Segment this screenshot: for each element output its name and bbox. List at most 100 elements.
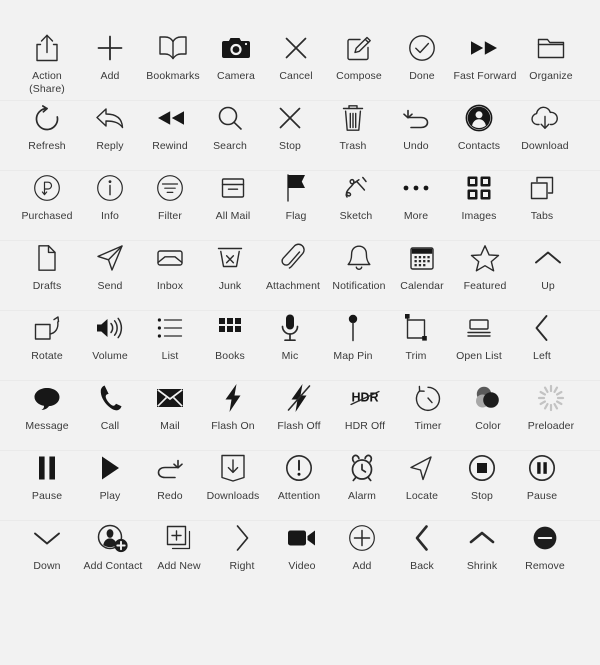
icon-cell-refresh[interactable]: Refresh	[14, 101, 80, 152]
icon-cell-contacts[interactable]: Contacts	[446, 101, 512, 152]
icon-cell-rotate[interactable]: Rotate	[14, 311, 80, 362]
speaker-waves-icon	[93, 311, 127, 345]
icon-cell-right[interactable]: Right	[212, 521, 272, 572]
icon-cell-cancel[interactable]: Cancel	[266, 31, 326, 82]
icon-cell-mail[interactable]: Mail	[140, 381, 200, 432]
icon-cell-junk[interactable]: Junk	[200, 241, 260, 292]
icon-cell-more[interactable]: More	[386, 171, 446, 222]
icon-cell-flash-on[interactable]: Flash On	[200, 381, 266, 432]
icon-label: Locate	[405, 490, 439, 502]
triangle-right-icon	[93, 451, 127, 485]
icon-cell-video[interactable]: Video	[272, 521, 332, 572]
icon-cell-all-mail[interactable]: All Mail	[200, 171, 266, 222]
icon-cell-calendar[interactable]: Calendar	[392, 241, 452, 292]
icon-cell-back[interactable]: Back	[392, 521, 452, 572]
icon-label: Preloader	[527, 420, 575, 432]
icon-cell-map-pin[interactable]: Map Pin	[320, 311, 386, 362]
icon-cell-list[interactable]: List	[140, 311, 200, 362]
icon-label: Pause	[526, 490, 558, 502]
trash-can-icon	[336, 101, 370, 135]
icon-cell-send[interactable]: Send	[80, 241, 140, 292]
icon-cell-done[interactable]: Done	[392, 31, 452, 82]
icon-cell-play[interactable]: Play	[80, 451, 140, 502]
icon-cell-compose[interactable]: Compose	[326, 31, 392, 82]
paperclip-icon	[276, 241, 310, 275]
icon-cell-pause-circle[interactable]: Pause	[512, 451, 572, 502]
icon-cell-featured[interactable]: Featured	[452, 241, 518, 292]
chevron-up-icon	[531, 241, 565, 275]
icon-cell-search[interactable]: Search	[200, 101, 260, 152]
icon-cell-message[interactable]: Message	[14, 381, 80, 432]
icon-cell-add-circle[interactable]: Add	[332, 521, 392, 572]
person-circle-filled-icon	[462, 101, 496, 135]
icon-cell-inbox[interactable]: Inbox	[140, 241, 200, 292]
icon-cell-drafts[interactable]: Drafts	[14, 241, 80, 292]
icon-label: Add New	[157, 560, 201, 572]
icon-cell-notification[interactable]: Notification	[326, 241, 392, 292]
icon-cell-sketch[interactable]: Sketch	[326, 171, 386, 222]
icon-cell-add-new[interactable]: Add New	[146, 521, 212, 572]
inbox-tray-icon	[153, 241, 187, 275]
icon-cell-preloader[interactable]: Preloader	[518, 381, 584, 432]
icon-cell-call[interactable]: Call	[80, 381, 140, 432]
icon-cell-add[interactable]: Add	[80, 31, 140, 82]
icon-cell-pause[interactable]: Pause	[14, 451, 80, 502]
icon-cell-filter[interactable]: Filter	[140, 171, 200, 222]
icon-cell-flash-off[interactable]: Flash Off	[266, 381, 332, 432]
icon-cell-download[interactable]: Download	[512, 101, 578, 152]
chevron-right-icon	[225, 521, 259, 555]
crop-trim-icon	[399, 311, 433, 345]
icon-cell-attention[interactable]: Attention	[266, 451, 332, 502]
icon-cell-color[interactable]: Color	[458, 381, 518, 432]
icon-cell-hdr-off[interactable]: HDR HDR Off	[332, 381, 398, 433]
icon-cell-action-share[interactable]: Action (Share)	[14, 31, 80, 95]
icon-cell-tabs[interactable]: Tabs	[512, 171, 572, 222]
icon-label: Color	[475, 420, 501, 432]
icon-cell-undo[interactable]: Undo	[386, 101, 446, 152]
icon-cell-up[interactable]: Up	[518, 241, 578, 292]
icon-cell-trash[interactable]: Trash	[320, 101, 386, 152]
square-rotate-arrow-icon	[30, 311, 64, 345]
icon-cell-fast-forward[interactable]: Fast Forward	[452, 31, 518, 82]
icon-cell-shrink[interactable]: Shrink	[452, 521, 512, 572]
icon-cell-info[interactable]: Info	[80, 171, 140, 222]
icon-label: Featured	[463, 280, 507, 292]
icon-sheet: Action (Share) Add Bookmarks Camera Cance…	[0, 0, 600, 665]
icon-cell-purchased[interactable]: Purchased	[14, 171, 80, 222]
icon-cell-organize[interactable]: Organize	[518, 31, 584, 82]
icon-cell-alarm[interactable]: Alarm	[332, 451, 392, 502]
icon-label: Junk	[218, 280, 242, 292]
squiggle-icon	[339, 171, 373, 205]
microphone-icon	[273, 311, 307, 345]
icon-cell-open-list[interactable]: Open List	[446, 311, 512, 362]
icon-cell-left[interactable]: Left	[512, 311, 572, 362]
icon-cell-bookmarks[interactable]: Bookmarks	[140, 31, 206, 82]
icon-cell-down[interactable]: Down	[14, 521, 80, 572]
icon-cell-trim[interactable]: Trim	[386, 311, 446, 362]
icon-label: Tabs	[530, 210, 554, 222]
icon-cell-locate[interactable]: Locate	[392, 451, 452, 502]
icon-cell-camera[interactable]: Camera	[206, 31, 266, 82]
icon-cell-attachment[interactable]: Attachment	[260, 241, 326, 292]
icon-cell-remove[interactable]: Remove	[512, 521, 578, 572]
spinner-icon	[534, 381, 568, 415]
icon-cell-add-contact[interactable]: Add Contact	[80, 521, 146, 572]
icon-cell-images[interactable]: Images	[446, 171, 512, 222]
icon-cell-flag[interactable]: Flag	[266, 171, 326, 222]
camera-icon	[219, 31, 253, 65]
share-box-arrow-up-icon	[30, 31, 64, 65]
icon-cell-timer[interactable]: Timer	[398, 381, 458, 432]
icon-label: Books	[215, 350, 245, 362]
icon-cell-volume[interactable]: Volume	[80, 311, 140, 362]
icon-cell-stop-circle[interactable]: Stop	[452, 451, 512, 502]
icon-cell-downloads[interactable]: Downloads	[200, 451, 266, 502]
icon-cell-redo[interactable]: Redo	[140, 451, 200, 502]
icon-cell-rewind[interactable]: Rewind	[140, 101, 200, 152]
icon-cell-mic[interactable]: Mic	[260, 311, 320, 362]
icon-cell-reply[interactable]: Reply	[80, 101, 140, 152]
icon-label: Trim	[405, 350, 427, 362]
icon-label: Trash	[339, 140, 367, 152]
icon-label: List	[161, 350, 179, 362]
icon-cell-stop[interactable]: Stop	[260, 101, 320, 152]
icon-cell-books[interactable]: Books	[200, 311, 260, 362]
